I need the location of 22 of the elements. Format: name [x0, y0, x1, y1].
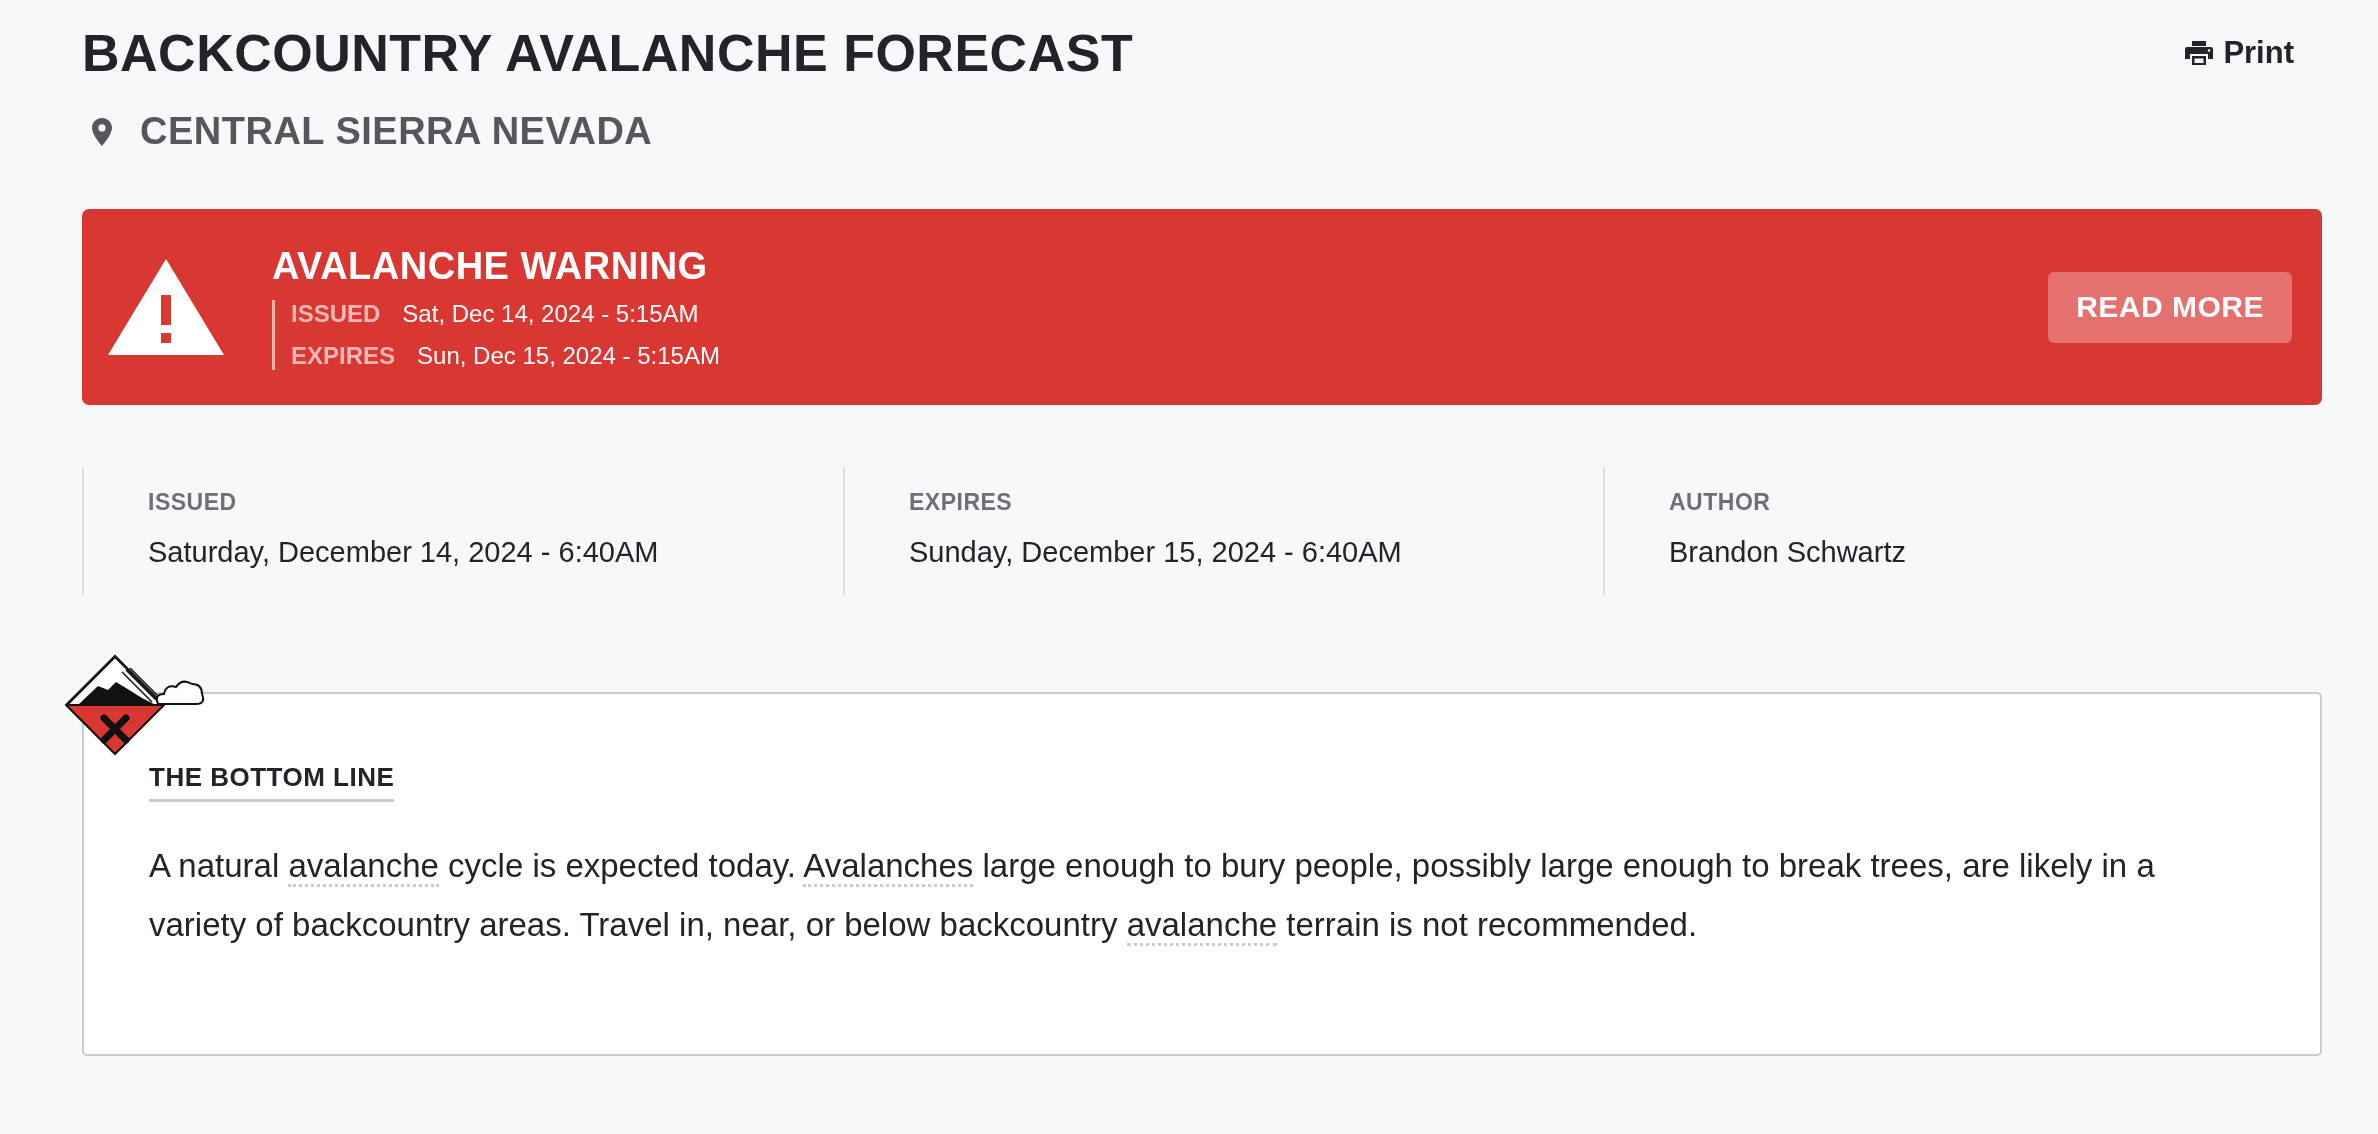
meta-value: Brandon Schwartz — [1669, 536, 1907, 569]
page-title: BACKCOUNTRY AVALANCHE FORECAST — [82, 23, 1134, 84]
glossary-link[interactable]: Avalanches — [803, 847, 974, 887]
glossary-link[interactable]: avalanche — [1126, 906, 1278, 946]
warning-label: EXPIRES — [291, 341, 396, 370]
zone-name: CENTRAL SIERRA NEVADA — [140, 110, 653, 153]
warning-label: ISSUED — [291, 299, 381, 328]
warning-icon — [106, 257, 226, 357]
location-pin-icon — [92, 117, 112, 146]
print-link[interactable]: Print — [2185, 35, 2294, 71]
meta-label: ISSUED — [148, 489, 238, 516]
meta-label: EXPIRES — [909, 489, 1014, 516]
printer-icon — [2185, 41, 2214, 65]
warning-date: Sat, Dec 14, 2024 - 5:15AM — [402, 299, 699, 328]
meta-value: Saturday, December 14, 2024 - 6:40AM — [148, 536, 660, 569]
warning-date: Sun, Dec 15, 2024 - 5:15AM — [417, 341, 720, 370]
meta-value: Sunday, December 15, 2024 - 6:40AM — [909, 536, 1403, 569]
warning-title: AVALANCHE WARNING — [272, 244, 709, 288]
section-heading: THE BOTTOM LINE — [149, 762, 395, 802]
glossary-link[interactable]: avalanche — [288, 847, 439, 887]
meta-label: AUTHOR — [1669, 489, 1772, 516]
bottom-line-text: A natural avalanche cycle is expected today. Avalanches large enough to bury people, possibly large enough to break trees, are likely in a variety of backcountry areas. Travel in, near, or below backcountry avalanche terrain is not recommended. — [149, 836, 2240, 954]
